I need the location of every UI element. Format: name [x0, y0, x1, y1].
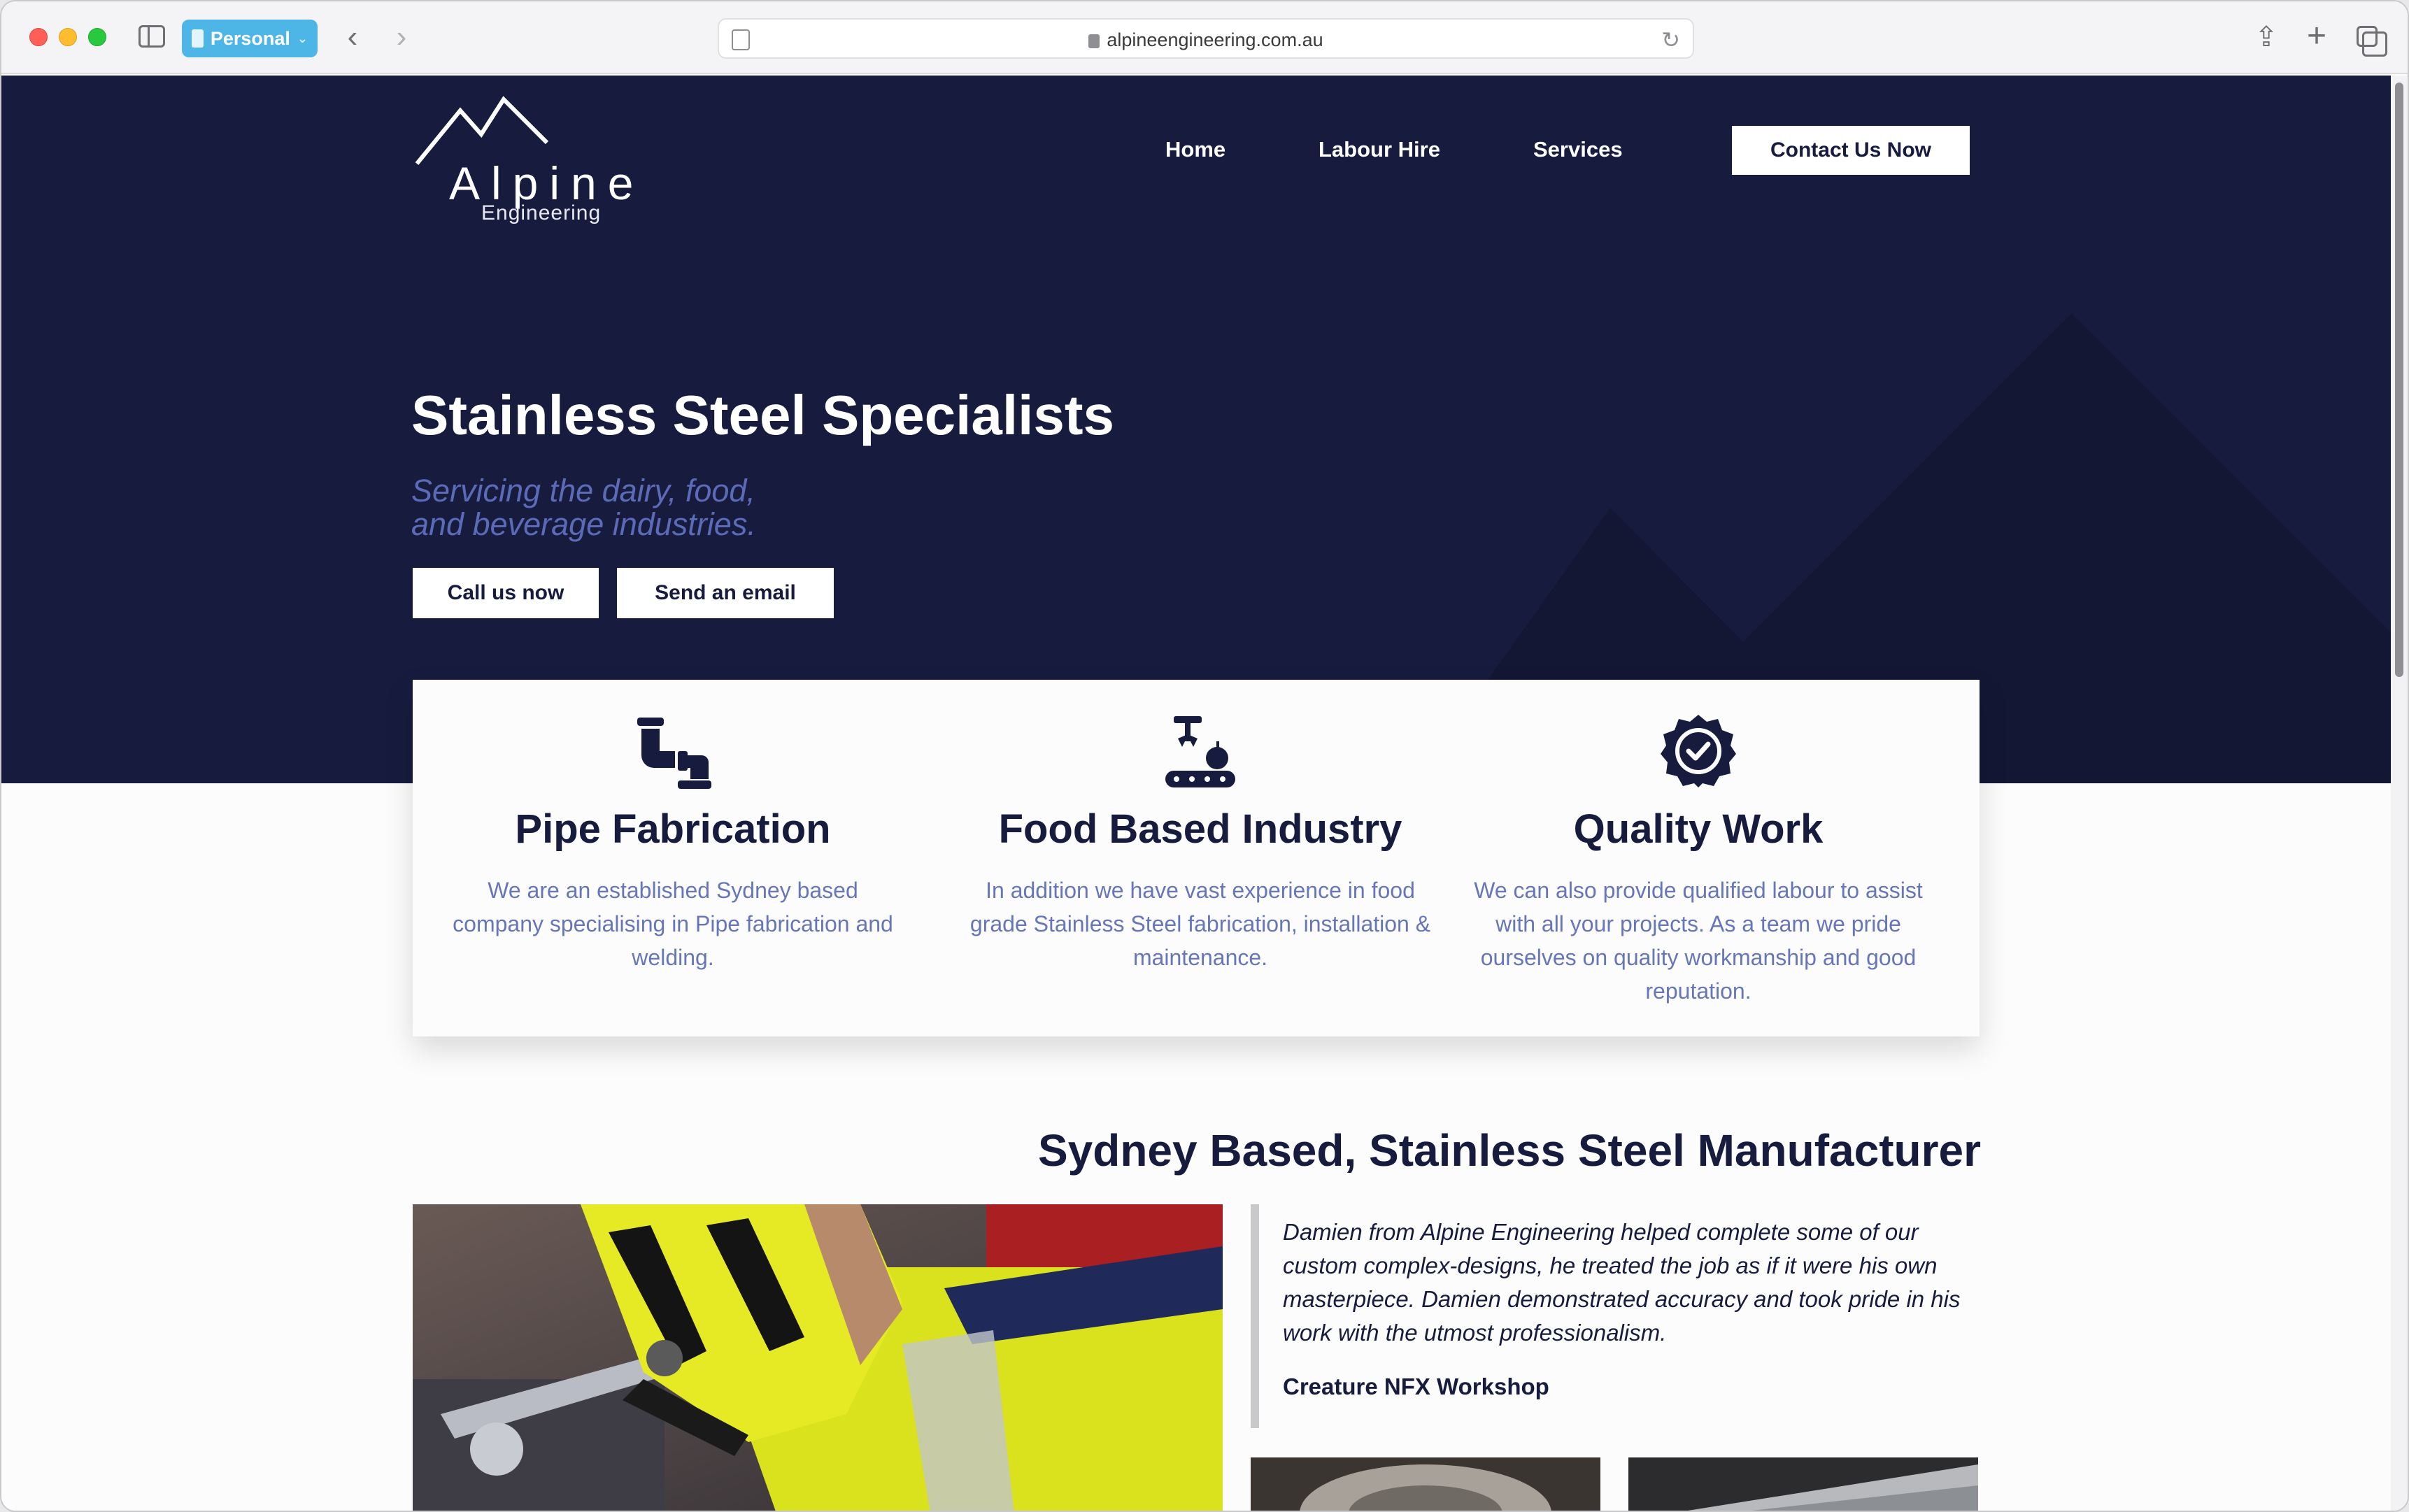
feature-text: We can also provide qualified labour to …: [1474, 878, 1923, 1004]
url-text: alpineengineering.com.au: [1107, 29, 1323, 50]
reload-icon[interactable]: ↻: [1661, 27, 1680, 53]
sidebar-toggle-icon[interactable]: [137, 24, 166, 49]
welder-photo: [413, 1204, 1223, 1511]
contact-us-button[interactable]: Contact Us Now: [1732, 126, 1970, 175]
address-url: alpineengineering.com.au: [719, 29, 1693, 51]
share-icon[interactable]: ⇪: [2252, 20, 2280, 55]
features-card: Pipe Fabrication We are an established S…: [413, 680, 1980, 1036]
tab-overview-icon[interactable]: [2353, 22, 2387, 57]
feature-title: Quality Work: [1573, 806, 1824, 852]
hero-section: Alpine Engineering Home Labour Hire Serv…: [1, 76, 2394, 783]
forward-icon[interactable]: ›: [388, 20, 415, 54]
about-title: Sydney Based, Stainless Steel Manufactur…: [1037, 1125, 1981, 1176]
feature-text: We are an established Sydney based compa…: [453, 878, 893, 970]
back-icon[interactable]: ‹: [339, 20, 367, 54]
nav-services[interactable]: Services: [1533, 137, 1623, 162]
gallery-thumbnail[interactable]: [1251, 1457, 1600, 1511]
profile-label: Personal: [210, 27, 290, 49]
hero-subtitle-line2: and beverage industries.: [411, 506, 756, 542]
minimize-window-button[interactable]: [59, 28, 77, 46]
browser-toolbar: Personal ⌄ ‹ › alpineengineering.com.au …: [1, 1, 2408, 74]
send-email-button[interactable]: Send an email: [617, 568, 834, 618]
zoom-window-button[interactable]: [88, 28, 106, 46]
feature-title: Pipe Fabrication: [515, 806, 831, 852]
address-bar[interactable]: alpineengineering.com.au ↻: [718, 18, 1694, 59]
hero-subtitle-line1: Servicing the dairy, food,: [411, 473, 755, 508]
feature-pipe-fabrication: Pipe Fabrication We are an established S…: [428, 680, 918, 974]
mountain-backdrop: [1414, 313, 2394, 783]
browser-window: Personal ⌄ ‹ › alpineengineering.com.au …: [0, 0, 2409, 1512]
new-tab-icon[interactable]: +: [2303, 17, 2331, 55]
food-conveyor-icon: [955, 705, 1445, 789]
testimonial-quote: Damien from Alpine Engineering helped co…: [1283, 1219, 1961, 1346]
web-page: Alpine Engineering Home Labour Hire Serv…: [1, 76, 2394, 1511]
chevron-down-icon: ⌄: [297, 31, 308, 45]
scrollbar-thumb[interactable]: [2395, 83, 2403, 677]
feature-quality-work: Quality Work We can also provide qualifi…: [1454, 680, 1943, 1008]
feature-title: Food Based Industry: [998, 806, 1402, 852]
feature-food-industry: Food Based Industry In addition we have …: [955, 680, 1445, 974]
site-logo[interactable]: Alpine Engineering: [414, 94, 645, 283]
nav-labour-hire[interactable]: Labour Hire: [1319, 137, 1440, 162]
close-window-button[interactable]: [29, 28, 48, 46]
testimonial-author: Creature NFX Workshop: [1283, 1374, 1549, 1399]
gallery-thumbnail[interactable]: [1628, 1457, 1978, 1511]
hero-subtitle: Servicing the dairy, food, and beverage …: [411, 474, 901, 541]
lock-icon: [1088, 34, 1100, 48]
profile-icon: [192, 29, 204, 48]
call-us-button[interactable]: Call us now: [413, 568, 599, 618]
hero-title: Stainless Steel Specialists: [411, 384, 1114, 446]
logo-subtitle: Engineering: [481, 201, 602, 224]
page-scrollbar[interactable]: [2391, 76, 2408, 1511]
pipe-icon: [428, 705, 918, 789]
quality-badge-icon: [1454, 705, 1943, 789]
feature-text: In addition we have vast experience in f…: [969, 878, 1431, 970]
quote-divider: [1251, 1204, 1259, 1428]
nav-home[interactable]: Home: [1165, 137, 1225, 162]
profile-button[interactable]: Personal ⌄: [182, 20, 318, 57]
